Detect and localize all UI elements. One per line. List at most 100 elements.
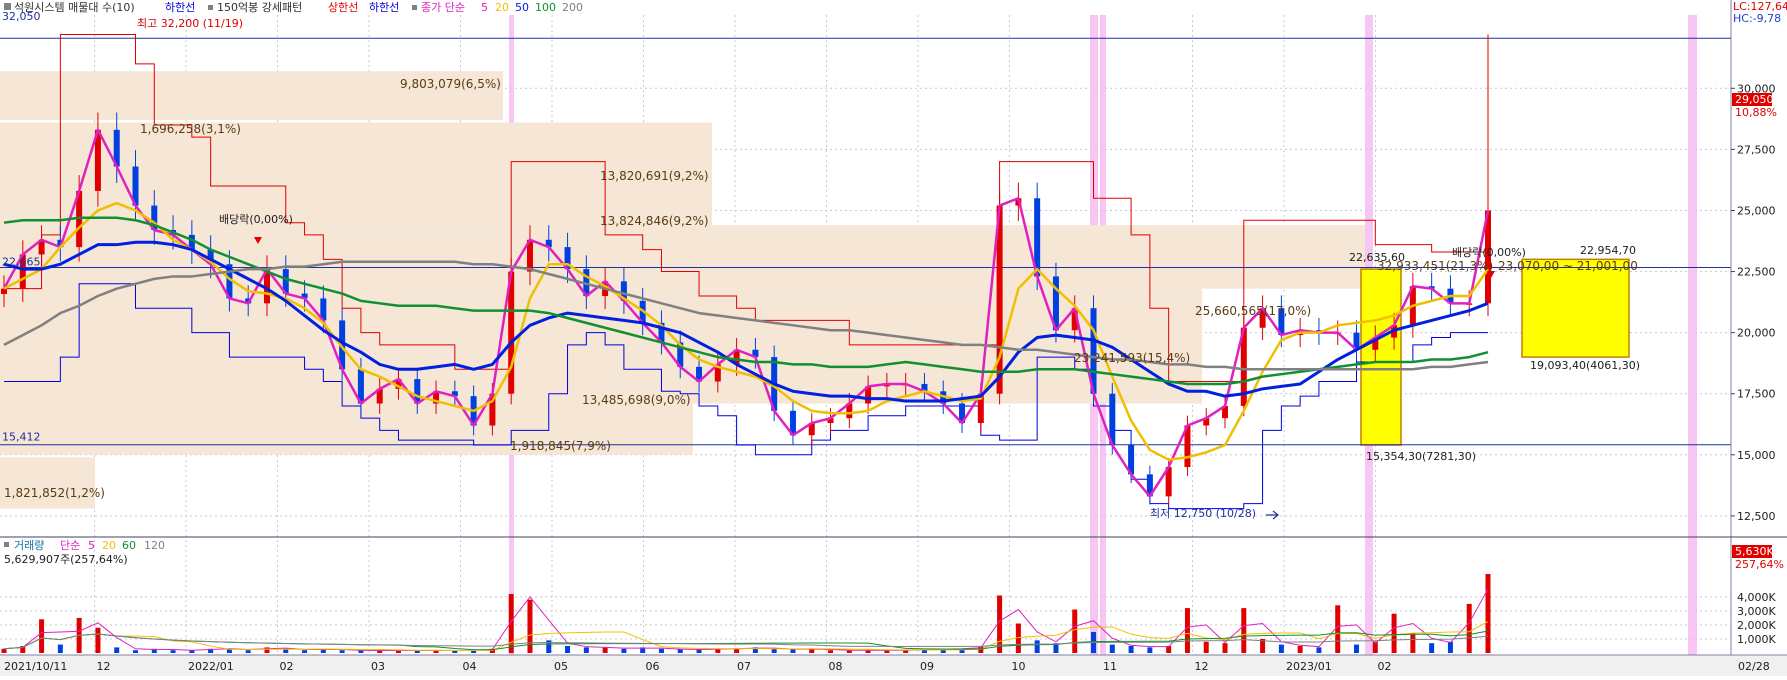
last-volume-tag: 5,630K bbox=[1735, 545, 1774, 558]
volume-bar[interactable] bbox=[57, 644, 63, 653]
volume-profile-band bbox=[0, 457, 95, 509]
last-price-tag: 29,050 bbox=[1735, 93, 1774, 106]
volume-bar[interactable] bbox=[1410, 633, 1416, 653]
legend-checkbox-icon[interactable] bbox=[4, 3, 11, 10]
volume-bar[interactable] bbox=[302, 650, 308, 653]
volume-bar[interactable] bbox=[565, 645, 571, 653]
price-tick-label: 12,500 bbox=[1737, 510, 1776, 523]
volume-bar[interactable] bbox=[377, 650, 383, 653]
volume-bar[interactable] bbox=[696, 649, 702, 653]
legend-lower-2: 하한선 bbox=[369, 0, 399, 14]
box2-low-label: 19,093,40(4061,30) bbox=[1530, 359, 1640, 372]
date-label: 08 bbox=[829, 660, 843, 673]
date-label: 11 bbox=[1103, 660, 1117, 673]
volume-bar[interactable] bbox=[95, 627, 101, 653]
volume-bar[interactable] bbox=[1203, 641, 1209, 653]
candle-body[interactable] bbox=[1, 288, 7, 294]
highlight-box bbox=[1521, 258, 1630, 358]
volume-bar[interactable] bbox=[114, 647, 120, 653]
volume-bar[interactable] bbox=[734, 648, 740, 653]
volume-bar[interactable] bbox=[452, 650, 458, 653]
volume-bar[interactable] bbox=[1485, 573, 1491, 653]
volume-bar[interactable] bbox=[132, 650, 138, 653]
legend-ma-200: 200 bbox=[562, 1, 583, 14]
volume-bar[interactable] bbox=[602, 647, 608, 653]
volume-bar[interactable] bbox=[39, 619, 45, 653]
volume-tick-label: 2,000K bbox=[1737, 619, 1776, 632]
volume-current-value: 5,629,907주(257,64%) bbox=[4, 553, 128, 566]
volume-profile-label: 1,821,852(1,2%) bbox=[4, 486, 105, 500]
volume-bar[interactable] bbox=[1184, 608, 1190, 653]
date-label: 03 bbox=[371, 660, 385, 673]
volume-bar[interactable] bbox=[790, 649, 796, 653]
box2-high-label: 22,954,70 bbox=[1580, 244, 1636, 257]
date-label: 02 bbox=[280, 660, 294, 673]
legend-ma-label: 종가 단순 bbox=[421, 1, 465, 14]
date-axis-panel[interactable] bbox=[0, 655, 1787, 676]
volume-bar[interactable] bbox=[583, 647, 589, 653]
date-label: 10 bbox=[1012, 660, 1026, 673]
legend-pattern-icon bbox=[208, 5, 213, 10]
band-upper-label: 32,933,451(21,3%) bbox=[1377, 259, 1493, 273]
legend-ma-icon bbox=[412, 5, 417, 10]
legend-ma-50: 50 bbox=[515, 1, 529, 14]
volume-bar[interactable] bbox=[1034, 640, 1040, 653]
volume-bar[interactable] bbox=[1316, 647, 1322, 653]
volume-bar[interactable] bbox=[1466, 603, 1472, 653]
box2-range-label: 23,070,00 ~ 21,001,00 bbox=[1498, 259, 1638, 273]
volume-bar[interactable] bbox=[1222, 643, 1228, 653]
min-price-label: 최저 12,750 (10/28) bbox=[1150, 507, 1256, 520]
legend-ma-20: 20 bbox=[495, 1, 509, 14]
volume-bar[interactable] bbox=[1297, 645, 1303, 653]
volume-bar[interactable] bbox=[1429, 643, 1435, 653]
volume-bar[interactable] bbox=[1278, 644, 1284, 653]
price-tick-label: 20,000 bbox=[1737, 327, 1776, 340]
volume-legend-title: 거래량 bbox=[14, 539, 44, 552]
volume-legend-ma-20: 20 bbox=[102, 539, 116, 552]
volume-bar[interactable] bbox=[1128, 645, 1134, 653]
volume-legend-ma-60: 60 bbox=[122, 539, 136, 552]
volume-bar[interactable] bbox=[1241, 608, 1247, 653]
hc-tag: HC:-9,78 bbox=[1733, 12, 1781, 25]
volume-bar[interactable] bbox=[658, 648, 664, 653]
box-low-label: 15,354,30(7281,30) bbox=[1366, 450, 1476, 463]
price-tick-label: 22,500 bbox=[1737, 266, 1776, 279]
volume-bar[interactable] bbox=[1335, 605, 1341, 653]
volume-bar[interactable] bbox=[828, 650, 834, 653]
volume-ratio-tag: 257,64% bbox=[1735, 558, 1784, 571]
volume-legend-checkbox-icon[interactable] bbox=[4, 542, 9, 547]
volume-bar[interactable] bbox=[621, 648, 627, 653]
date-label: 09 bbox=[920, 660, 934, 673]
dividend-label: 배당락(0,00%) bbox=[219, 213, 293, 226]
volume-bar[interactable] bbox=[1109, 644, 1115, 653]
volume-bar[interactable] bbox=[1072, 609, 1078, 654]
volume-bar[interactable] bbox=[1, 648, 7, 653]
volume-tick-label: 1,000K bbox=[1737, 633, 1776, 646]
volume-bar[interactable] bbox=[170, 650, 176, 653]
volume-bar[interactable] bbox=[1391, 613, 1397, 653]
volume-profile-label: 1,918,845(7,9%) bbox=[510, 439, 611, 453]
volume-bar[interactable] bbox=[1354, 644, 1360, 653]
volume-bar[interactable] bbox=[771, 648, 777, 653]
event-stripe bbox=[1688, 15, 1697, 655]
volume-bar[interactable] bbox=[677, 649, 683, 653]
volume-bar[interactable] bbox=[1447, 641, 1453, 653]
date-label: 05 bbox=[554, 660, 568, 673]
legend-title: 석원시스템 매물대 수(10) bbox=[14, 1, 135, 14]
price-tick-label: 25,000 bbox=[1737, 204, 1776, 217]
legend-ma-100: 100 bbox=[535, 1, 556, 14]
highlight-box bbox=[1360, 268, 1402, 446]
ref-low-label: 15,412 bbox=[2, 431, 41, 444]
volume-profile-label: 1,696,258(3,1%) bbox=[140, 122, 241, 136]
chart-canvas[interactable]: 9,803,079(6,5%) 1,696,258(3,1%) 13,820,691… bbox=[0, 0, 1787, 676]
volume-legend-ma-5: 5 bbox=[88, 539, 95, 552]
stock-chart[interactable]: 9,803,079(6,5%) 1,696,258(3,1%) 13,820,691… bbox=[0, 0, 1787, 676]
volume-bar[interactable] bbox=[339, 650, 345, 653]
volume-bar[interactable] bbox=[414, 650, 420, 653]
volume-tick-label: 4,000K bbox=[1737, 591, 1776, 604]
volume-bar[interactable] bbox=[245, 650, 251, 653]
volume-bar[interactable] bbox=[1147, 647, 1153, 653]
volume-profile-label: 13,485,698(9,0%) bbox=[582, 393, 691, 407]
volume-axis-ticks: 1,000K2,000K3,000K4,000K bbox=[1737, 591, 1776, 646]
max-price-label: 최고 32,200 (11/19) bbox=[137, 17, 243, 30]
